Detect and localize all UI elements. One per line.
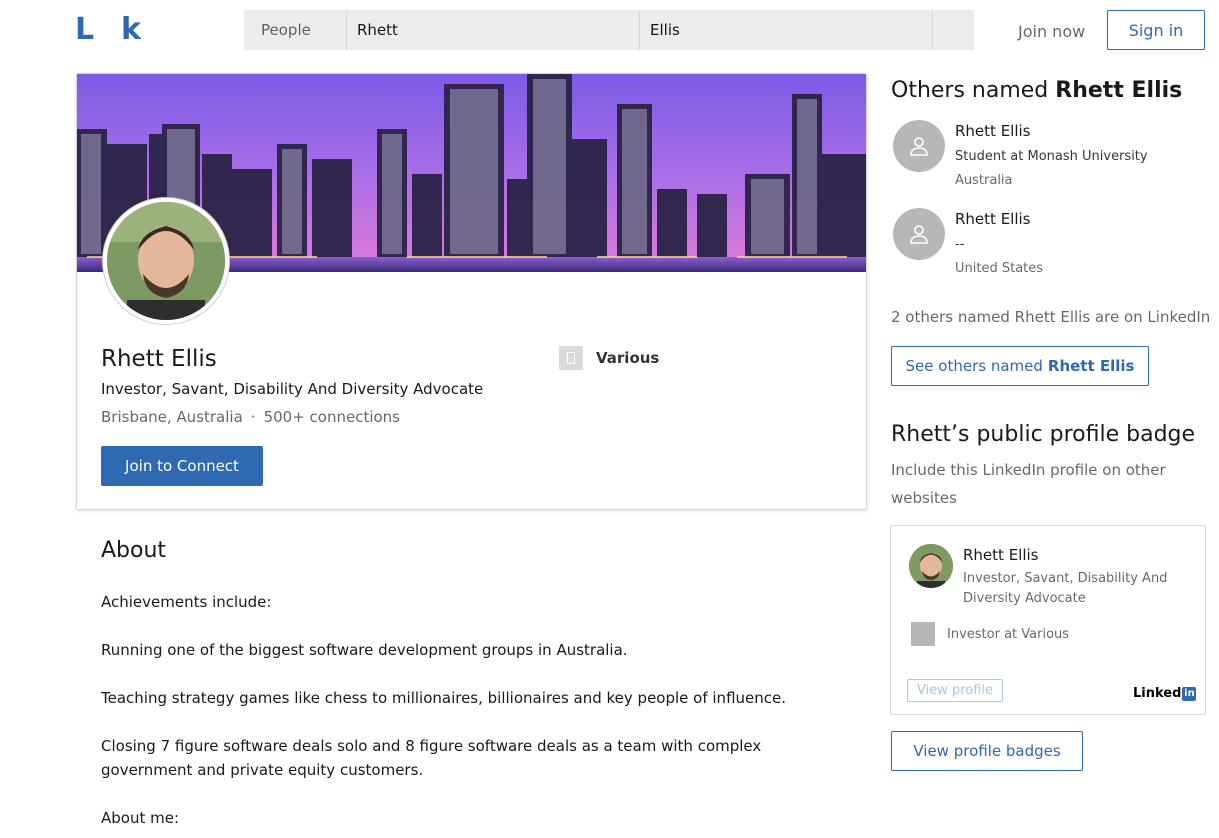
about-paragraph: Running one of the biggest software deve… xyxy=(101,641,628,659)
search-first-name-input[interactable]: Rhett xyxy=(347,10,640,50)
logo-text: Linked xyxy=(1133,686,1182,701)
sign-in-button[interactable]: Sign in xyxy=(1107,10,1205,50)
logo-in-icon: in xyxy=(1182,686,1197,701)
see-others-prefix: See others named xyxy=(905,357,1043,375)
badge-headline: Investor, Savant, Disability And Diversi… xyxy=(963,571,1168,606)
person-placeholder-icon xyxy=(893,208,945,260)
others-count-text: 2 others named Rhett Ellis are on Linked… xyxy=(891,308,1211,326)
badge-position: Investor at Various xyxy=(947,627,1070,642)
badge-name: Rhett Ellis xyxy=(963,546,1039,564)
search-submit-button[interactable] xyxy=(933,10,974,50)
profile-location: Brisbane, Australia xyxy=(101,408,243,426)
join-to-connect-button[interactable]: Join to Connect xyxy=(101,446,263,486)
profile-avatar xyxy=(103,198,229,324)
badge-company-icon xyxy=(911,622,935,646)
profile-card: Rhett Ellis Investor, Savant, Disability… xyxy=(76,73,867,510)
person-location: United States xyxy=(955,261,1044,276)
about-heading: About xyxy=(101,538,167,563)
view-profile-badges-button[interactable]: View profile badges xyxy=(891,731,1083,771)
logo-letter-k: k xyxy=(121,12,141,47)
about-paragraph: Achievements include: xyxy=(101,593,272,611)
subline-separator: · xyxy=(250,408,256,426)
see-others-name: Rhett Ellis xyxy=(1047,357,1135,375)
about-paragraph: About me: xyxy=(101,809,180,827)
about-paragraph: Closing 7 figure software deals solo and… xyxy=(101,737,762,779)
badge-view-profile-button[interactable]: View profile xyxy=(907,679,1003,702)
linkedin-badge-logo: Linked in xyxy=(1133,686,1197,701)
profile-company[interactable]: Various xyxy=(559,346,659,370)
join-now-link[interactable]: Join now xyxy=(1018,22,1085,41)
badge-subtitle: Include this LinkedIn profile on other w… xyxy=(891,461,1166,507)
others-named-heading: Others named Rhett Ellis xyxy=(891,78,1182,103)
others-heading-name: Rhett Ellis xyxy=(1055,78,1183,103)
building-icon xyxy=(559,346,583,370)
person-name[interactable]: Rhett Ellis xyxy=(955,122,1030,140)
profile-connections: 500+ connections xyxy=(263,408,400,426)
about-paragraph: Teaching strategy games like chess to mi… xyxy=(101,689,786,707)
search-category-select[interactable]: People xyxy=(244,10,347,50)
person-title: Student at Monash University xyxy=(955,149,1148,164)
other-person-card[interactable]: Rhett Ellis Student at Monash University… xyxy=(893,120,1203,200)
company-name: Various xyxy=(596,349,660,367)
badge-avatar xyxy=(909,544,953,588)
profile-name: Rhett Ellis xyxy=(101,346,217,372)
person-name[interactable]: Rhett Ellis xyxy=(955,210,1030,228)
badge-heading: Rhett’s public profile badge xyxy=(891,422,1196,447)
person-location: Australia xyxy=(955,173,1013,188)
person-placeholder-icon xyxy=(893,120,945,172)
search-last-name-input[interactable]: Ellis xyxy=(640,10,933,50)
person-title: -- xyxy=(955,237,965,252)
see-others-button[interactable]: See others named Rhett Ellis xyxy=(891,346,1149,386)
others-heading-prefix: Others named xyxy=(891,78,1049,103)
about-text: Achievements include: Running one of the… xyxy=(101,590,851,838)
logo-letter-l: L xyxy=(75,12,95,47)
profile-headline: Investor, Savant, Disability And Diversi… xyxy=(101,380,484,398)
other-person-card[interactable]: Rhett Ellis -- United States xyxy=(893,208,1203,288)
search-bar: People Rhett Ellis xyxy=(244,10,974,50)
profile-badge-preview: Rhett Ellis Investor, Savant, Disability… xyxy=(890,525,1206,715)
profile-subline: Brisbane, Australia · 500+ connections xyxy=(101,408,400,426)
